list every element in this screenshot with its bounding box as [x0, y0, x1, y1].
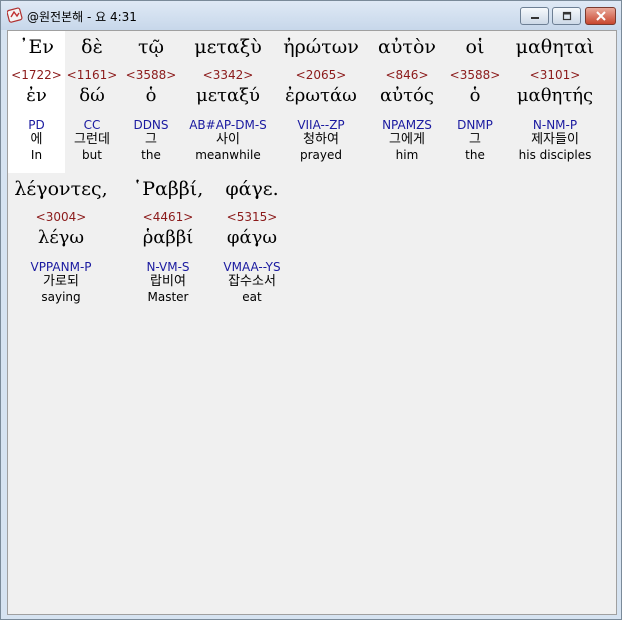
english-gloss: meanwhile [195, 148, 261, 162]
word-block[interactable]: ᾿Εν <1722> ἐν PD 에 In [8, 31, 65, 173]
lemma: δώ [79, 85, 105, 106]
word-block[interactable]: ἠρώτων <2065> ἐρωτάω VIIA--ZP 청하여 prayed [273, 31, 369, 162]
minimize-icon [521, 8, 548, 24]
korean-gloss: 랍비여 [150, 274, 186, 289]
strong-number: <3342> [202, 68, 254, 82]
word-block[interactable]: αὐτὸν <846> αὐτός NPAMZS 그에게 him [369, 31, 445, 162]
korean-gloss: 제자들이 [531, 132, 579, 147]
minimize-button[interactable] [520, 7, 549, 25]
parsing-code: N-NM-P [532, 118, 578, 132]
english-gloss: him [395, 148, 419, 162]
app-icon[interactable] [6, 7, 23, 23]
korean-gloss: 에 [30, 132, 43, 147]
parsing-code: VPPANM-P [30, 260, 92, 274]
greek-word: οἱ [465, 36, 485, 58]
lemma: μεταξύ [196, 85, 260, 106]
greek-word: ᾿Εν [19, 36, 54, 58]
lemma: αὐτός [380, 85, 434, 106]
lemma: ἐρωτάω [285, 85, 357, 106]
lemma: φάγω [226, 227, 278, 248]
strong-number: <846> [385, 68, 429, 82]
korean-gloss: 잡수소서 [228, 274, 276, 289]
word-block[interactable]: δὲ <1161> δώ CC 그런데 but [65, 31, 119, 162]
strong-number: <5315> [226, 210, 278, 224]
english-gloss: the [465, 148, 485, 162]
app-window: @원전본해 - 요 4:31 ᾿Εν <1722> ἐν PD 에 In δὲ … [0, 0, 622, 620]
word-block[interactable]: μεταξὺ <3342> μεταξύ AB#AP-DM-S 사이 meanw… [183, 31, 273, 162]
parsing-code: VMAA--YS [223, 260, 281, 274]
greek-word: τῷ [137, 36, 164, 58]
parsing-code: CC [83, 118, 101, 132]
word-block[interactable]: ῾Ραββί, <4461> ῥαββί N-VM-S 랍비여 Master [114, 173, 222, 304]
close-button[interactable] [585, 7, 616, 25]
parsing-code: NPAMZS [382, 118, 432, 132]
english-gloss: his disciples [518, 148, 592, 162]
strong-number: <3101> [529, 68, 581, 82]
lemma: ῥαββί [142, 227, 194, 248]
korean-gloss: 그에게 [389, 132, 425, 147]
lemma: μαθητής [516, 85, 594, 106]
parsing-code: N-VM-S [146, 260, 190, 274]
korean-gloss: 그 [145, 132, 157, 147]
korean-gloss: 그 [469, 132, 481, 147]
strong-number: <1161> [66, 68, 118, 82]
word-block[interactable]: τῷ <3588> ὁ DDNS 그 the [119, 31, 183, 162]
word-block[interactable]: λέγοντες, <3004> λέγω VPPANM-P 가로되 sayin… [8, 173, 114, 304]
lemma: ὁ [145, 85, 157, 106]
greek-word: μεταξὺ [194, 36, 262, 58]
parsing-code: PD [28, 118, 45, 132]
english-gloss: the [141, 148, 161, 162]
parsing-code: DDNS [133, 118, 169, 132]
interlinear-view[interactable]: ᾿Εν <1722> ἐν PD 에 In δὲ <1161> δώ CC 그런… [7, 30, 617, 615]
greek-word: ἠρώτων [283, 36, 359, 58]
lemma: λέγω [37, 227, 85, 248]
english-gloss: saying [41, 290, 81, 304]
greek-word: αὐτὸν [378, 36, 436, 58]
word-block[interactable]: φάγε. <5315> φάγω VMAA--YS 잡수소서 eat [216, 173, 288, 304]
greek-word: φάγε. [225, 178, 279, 200]
english-gloss: but [82, 148, 102, 162]
word-block[interactable]: μαθηταὶ <3101> μαθητής N-NM-P 제자들이 his d… [505, 31, 605, 162]
lemma: ὁ [469, 85, 481, 106]
strong-number: <4461> [142, 210, 194, 224]
word-block[interactable]: οἱ <3588> ὁ DNMP 그 the [445, 31, 505, 162]
greek-word: δὲ [81, 36, 103, 58]
maximize-button[interactable] [552, 7, 581, 25]
close-icon [586, 8, 615, 24]
korean-gloss: 가로되 [43, 274, 79, 289]
strong-number: <3588> [125, 68, 177, 82]
korean-gloss: 그런데 [74, 132, 110, 147]
parsing-code: DNMP [457, 118, 493, 132]
korean-gloss: 사이 [216, 132, 240, 147]
greek-word: ῾Ραββί, [132, 178, 204, 200]
english-gloss: prayed [299, 148, 342, 162]
english-gloss: In [30, 148, 43, 162]
lemma: ἐν [26, 85, 47, 106]
korean-gloss: 청하여 [303, 132, 339, 147]
greek-word: λέγοντες, [14, 178, 108, 200]
parsing-code: AB#AP-DM-S [189, 118, 267, 132]
maximize-icon [553, 8, 580, 24]
title-bar[interactable]: @원전본해 - 요 4:31 [1, 1, 621, 30]
greek-word: μαθηταὶ [515, 36, 595, 58]
parsing-code: VIIA--ZP [297, 118, 345, 132]
strong-number: <1722> [11, 68, 62, 82]
strong-number: <3588> [449, 68, 501, 82]
window-title: @원전본해 - 요 4:31 [27, 10, 137, 24]
english-gloss: eat [242, 290, 262, 304]
strong-number: <2065> [295, 68, 347, 82]
strong-number: <3004> [35, 210, 87, 224]
english-gloss: Master [147, 290, 189, 304]
